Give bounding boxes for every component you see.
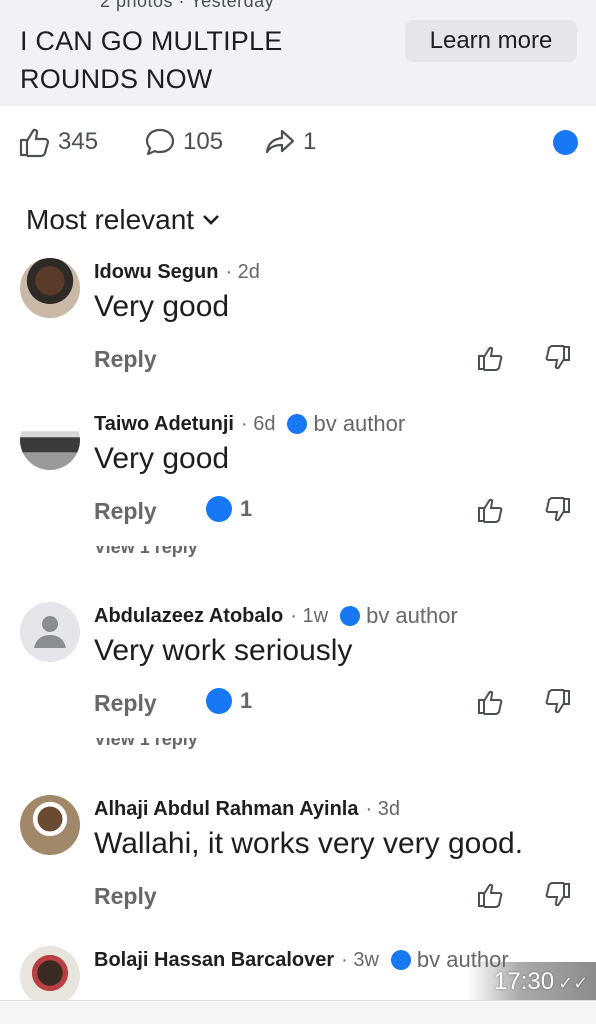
badge-label: bv author	[313, 411, 406, 436]
share-count-value: 1	[303, 128, 317, 155]
comment-text: Very work seriously	[94, 634, 353, 667]
reply-button[interactable]: Reply	[94, 498, 157, 525]
sort-label: Most relevant	[26, 204, 195, 235]
comment-item: Alhaji Abdul Rahman Ayinla · 3d Wallahi,…	[0, 795, 596, 945]
avatar[interactable]	[20, 602, 80, 662]
post-stats: 345 105 1	[0, 118, 596, 166]
chevron-down-icon	[203, 215, 219, 225]
reply-button[interactable]: Reply	[94, 346, 157, 373]
avatar[interactable]	[20, 795, 80, 855]
avatar[interactable]	[20, 410, 80, 470]
author-badge: bv author	[287, 411, 405, 437]
top-strip: 2 photos · Yesterday	[0, 0, 596, 18]
author-badge: bv author	[340, 603, 458, 629]
like-icon[interactable]	[476, 688, 504, 716]
reaction-count-value: 1	[240, 496, 253, 521]
view-replies-link[interactable]: View 1 reply	[94, 738, 198, 754]
comment-text: Very good	[94, 442, 230, 475]
bottom-bar	[0, 1000, 596, 1024]
badge-label: bv author	[366, 603, 458, 628]
comment-count[interactable]: 105	[143, 126, 223, 158]
comment-item: Idowu Segun · 2d Very good Reply	[0, 258, 596, 408]
comment-item: Taiwo Adetunji · 6d bv author Very good …	[0, 410, 596, 560]
message-timestamp: 17:30 ✓✓	[468, 962, 596, 1000]
learn-more-button[interactable]: Learn more	[405, 20, 577, 62]
comment-header: Taiwo Adetunji · 6d bv author	[94, 410, 405, 438]
comment-time: · 3d	[365, 797, 400, 820]
share-count[interactable]: 1	[263, 126, 316, 158]
comment-item: Abdulazeez Atobalo · 1w bv author Very w…	[0, 602, 596, 752]
timestamp-value: 17:30	[494, 968, 555, 995]
avatar[interactable]	[20, 946, 80, 1000]
dislike-icon[interactable]	[544, 881, 572, 909]
comment-header: Idowu Segun · 2d	[94, 258, 260, 286]
like-count[interactable]: 345	[18, 126, 98, 158]
like-icon[interactable]	[476, 344, 504, 372]
dislike-icon[interactable]	[544, 688, 572, 716]
like-icon	[19, 128, 50, 158]
comment-text: Wallahi, it works very very good.	[94, 827, 524, 860]
comment-time: · 2d	[225, 260, 260, 283]
comment-header: Bolaji Hassan Barcalover · 3w bv author	[94, 946, 509, 974]
badge-icon	[287, 414, 308, 434]
comment-count-value: 105	[183, 128, 224, 155]
comment-icon	[145, 128, 175, 156]
comment-time: · 6d	[241, 412, 276, 435]
like-reaction-icon	[206, 688, 232, 714]
commenter-name[interactable]: Taiwo Adetunji	[94, 413, 234, 436]
reaction-count[interactable]: 1	[206, 496, 252, 522]
comment-header: Alhaji Abdul Rahman Ayinla · 3d	[94, 795, 400, 823]
avatar[interactable]	[20, 258, 80, 318]
badge-icon	[390, 950, 411, 970]
ad-banner[interactable]: I CAN GO MULTIPLE ROUNDS NOW Learn more	[0, 18, 596, 106]
comment-header: Abdulazeez Atobalo · 1w bv author	[94, 602, 458, 630]
like-reaction-icon	[206, 496, 232, 522]
comment-time: · 1w	[290, 604, 329, 627]
reaction-count-value: 1	[240, 688, 253, 713]
read-ticks-icon: ✓✓	[558, 973, 589, 993]
reply-button[interactable]: Reply	[94, 690, 157, 717]
dislike-icon[interactable]	[544, 344, 572, 372]
like-reaction-icon[interactable]	[553, 130, 578, 155]
reaction-count[interactable]: 1	[206, 688, 252, 714]
like-icon[interactable]	[476, 496, 504, 524]
badge-icon	[340, 606, 361, 626]
default-avatar-icon	[34, 616, 66, 648]
like-count-value: 345	[58, 128, 99, 155]
like-icon[interactable]	[476, 881, 504, 909]
comment-sort-dropdown[interactable]: Most relevant	[26, 200, 220, 240]
ad-title: I CAN GO MULTIPLE ROUNDS NOW	[20, 26, 283, 94]
share-icon	[265, 129, 295, 154]
comment-text: Very good	[94, 290, 230, 323]
commenter-name[interactable]: Bolaji Hassan Barcalover	[94, 949, 334, 972]
commenter-name[interactable]: Idowu Segun	[94, 261, 218, 284]
reply-button[interactable]: Reply	[94, 883, 157, 910]
view-replies-link[interactable]: View 1 reply	[94, 546, 198, 562]
commenter-name[interactable]: Alhaji Abdul Rahman Ayinla	[94, 798, 358, 821]
comment-time: · 3w	[341, 948, 379, 971]
commenter-name[interactable]: Abdulazeez Atobalo	[94, 605, 283, 628]
dislike-icon[interactable]	[544, 496, 572, 524]
post-meta: 2 photos · Yesterday	[100, 0, 275, 11]
